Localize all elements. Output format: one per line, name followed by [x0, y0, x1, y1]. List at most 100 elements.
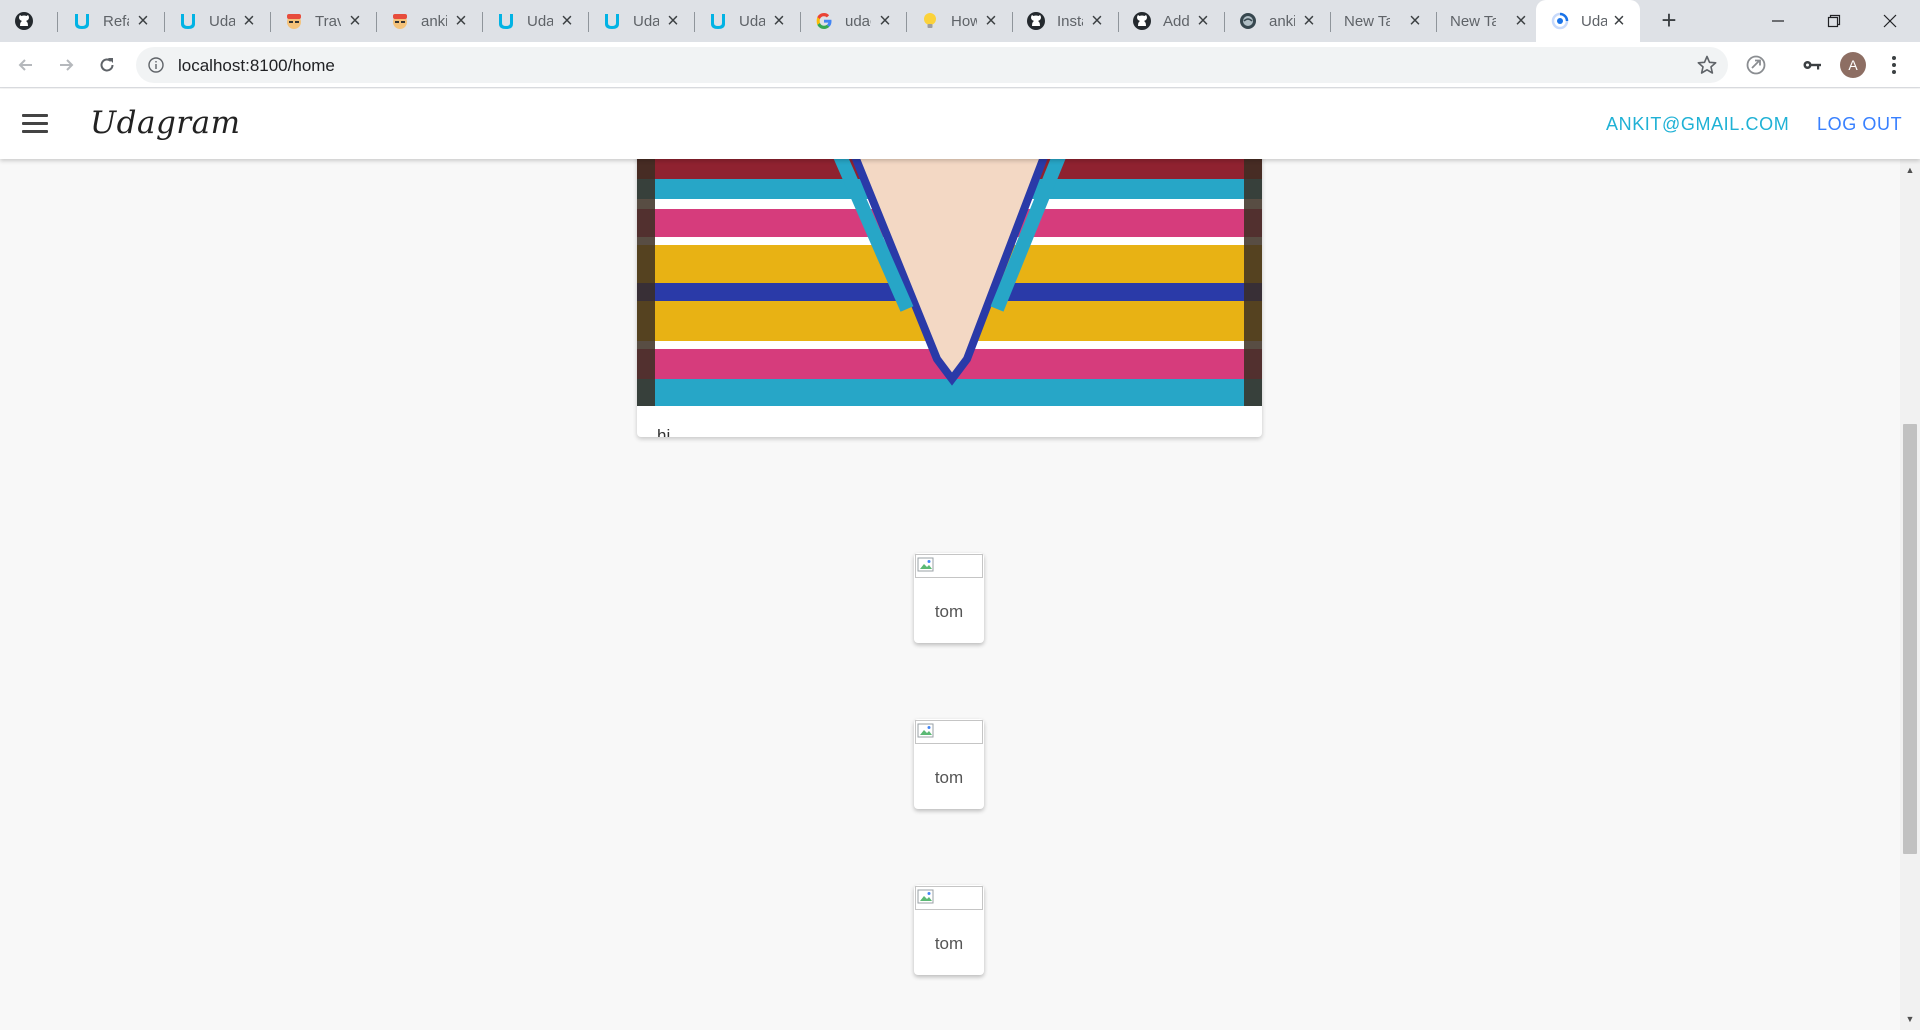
browser-tab[interactable]: New Tab × — [1436, 0, 1542, 42]
udacity-icon — [72, 11, 92, 31]
app-title: Udagram — [90, 105, 241, 141]
google-icon — [814, 11, 834, 31]
tab-title: ankit — [421, 12, 447, 30]
browser-tab[interactable]: How × — [906, 0, 1012, 42]
close-icon[interactable]: × — [134, 11, 152, 31]
profile-avatar[interactable]: A — [1840, 52, 1866, 78]
udacity-icon — [708, 11, 728, 31]
extension-button[interactable] — [1744, 53, 1768, 77]
app-header: Udagram ANKIT@GMAIL.COM LOG OUT — [0, 89, 1920, 159]
user-avatar-image — [915, 886, 983, 910]
close-icon[interactable]: × — [1406, 11, 1424, 31]
tab-title: Udacity — [739, 12, 765, 30]
browser-tab[interactable]: Udacity × — [482, 0, 588, 42]
browser-toolbar: localhost:8100/home — [0, 42, 1920, 88]
menu-button[interactable] — [1882, 53, 1906, 77]
close-icon[interactable]: × — [1194, 11, 1212, 31]
arrow-left-icon — [18, 59, 32, 71]
broken-image-icon — [917, 889, 934, 904]
page-scrollbar[interactable]: ▲ ▼ — [1900, 159, 1920, 1030]
browser-tab[interactable]: Udacity × — [694, 0, 800, 42]
restore-button[interactable] — [1806, 0, 1862, 42]
close-window-button[interactable] — [1862, 0, 1918, 42]
feed-content: hi tom tom tom — [0, 159, 1900, 1030]
new-tab-button[interactable]: + — [1656, 7, 1682, 34]
info-icon[interactable] — [148, 57, 164, 73]
more-vert-icon — [1892, 56, 1896, 74]
loading-icon — [1550, 11, 1570, 31]
browser-tab[interactable]: Instagram × — [1012, 0, 1118, 42]
user-name: tom — [934, 934, 964, 953]
browser-tab[interactable]: Udacity × — [164, 0, 270, 42]
user-email-link[interactable]: ANKIT@GMAIL.COM — [1606, 114, 1789, 135]
udacity-icon — [602, 11, 622, 31]
close-icon[interactable]: × — [452, 11, 470, 31]
user-avatar-image — [915, 720, 983, 744]
close-icon[interactable]: × — [664, 11, 682, 31]
tab-title: Refactor — [103, 12, 129, 30]
close-icon[interactable]: × — [240, 11, 258, 31]
browser-tab[interactable]: ankit × — [1224, 0, 1330, 42]
globe-icon — [1238, 11, 1258, 31]
browser-tab[interactable]: Travel × — [270, 0, 376, 42]
browser-tab[interactable]: Refactor × — [58, 0, 164, 42]
github-icon — [14, 11, 34, 31]
close-icon[interactable]: × — [346, 11, 364, 31]
close-icon[interactable]: × — [876, 11, 894, 31]
close-icon — [1883, 14, 1897, 28]
user-card[interactable]: tom — [914, 553, 984, 643]
browser-tab[interactable]: udacity × — [800, 0, 906, 42]
user-card[interactable]: tom — [914, 885, 984, 975]
minimize-button[interactable] — [1750, 0, 1806, 42]
github-icon — [1026, 11, 1046, 31]
forward-button[interactable] — [52, 51, 80, 79]
scrollbar-thumb[interactable] — [1903, 424, 1917, 854]
feed-item-card: hi — [637, 159, 1262, 437]
close-icon[interactable]: × — [558, 11, 576, 31]
tab-title: Udacity — [633, 12, 659, 30]
restore-icon — [1827, 14, 1841, 28]
tab-title: Udacity — [527, 12, 553, 30]
scroll-up-icon[interactable]: ▲ — [1905, 165, 1915, 175]
browser-tab[interactable]: Udacity × — [588, 0, 694, 42]
tab-title: New Tab — [1450, 12, 1496, 30]
broken-image-icon — [917, 557, 934, 572]
browser-tab[interactable]: Add × — [1118, 0, 1224, 42]
passwords-button[interactable] — [1800, 53, 1824, 77]
github-icon — [1132, 11, 1152, 31]
avatar-emoji-icon — [390, 11, 410, 31]
key-icon — [1803, 61, 1821, 70]
tab-title: Udacity — [209, 12, 235, 30]
reload-button[interactable] — [93, 51, 121, 79]
bookmark-star-icon[interactable] — [1696, 54, 1718, 76]
user-card[interactable]: tom — [914, 719, 984, 809]
broken-image-icon — [917, 723, 934, 738]
tab-title: Add — [1163, 12, 1189, 30]
lightbulb-icon — [920, 11, 940, 31]
browser-tab[interactable]: ankit × — [376, 0, 482, 42]
tab-title: New Tab — [1344, 12, 1390, 30]
close-icon[interactable]: × — [1512, 11, 1530, 31]
logout-button[interactable]: LOG OUT — [1817, 114, 1902, 135]
close-icon[interactable]: × — [770, 11, 788, 31]
address-bar[interactable]: localhost:8100/home — [136, 47, 1728, 83]
close-icon[interactable]: × — [1088, 11, 1106, 31]
minimize-icon — [1772, 20, 1784, 22]
url-text[interactable]: localhost:8100/home — [178, 56, 335, 76]
feed-caption: hi — [657, 426, 671, 437]
back-button[interactable] — [12, 51, 40, 79]
browser-tab[interactable] — [0, 0, 58, 42]
browser-tab[interactable]: New Tab × — [1330, 0, 1436, 42]
hamburger-menu-icon[interactable] — [22, 114, 48, 134]
browser-tab-active[interactable]: Udagram × — [1536, 0, 1640, 42]
tab-title: How — [951, 12, 977, 30]
reload-icon — [100, 58, 114, 72]
udacity-icon — [496, 11, 516, 31]
tab-title: udacity — [845, 12, 871, 30]
scroll-down-icon[interactable]: ▼ — [1905, 1014, 1915, 1024]
udacity-icon — [178, 11, 198, 31]
user-name: tom — [934, 602, 964, 621]
close-icon[interactable]: × — [1300, 11, 1318, 31]
close-icon[interactable]: × — [1610, 11, 1628, 31]
close-icon[interactable]: × — [982, 11, 1000, 31]
